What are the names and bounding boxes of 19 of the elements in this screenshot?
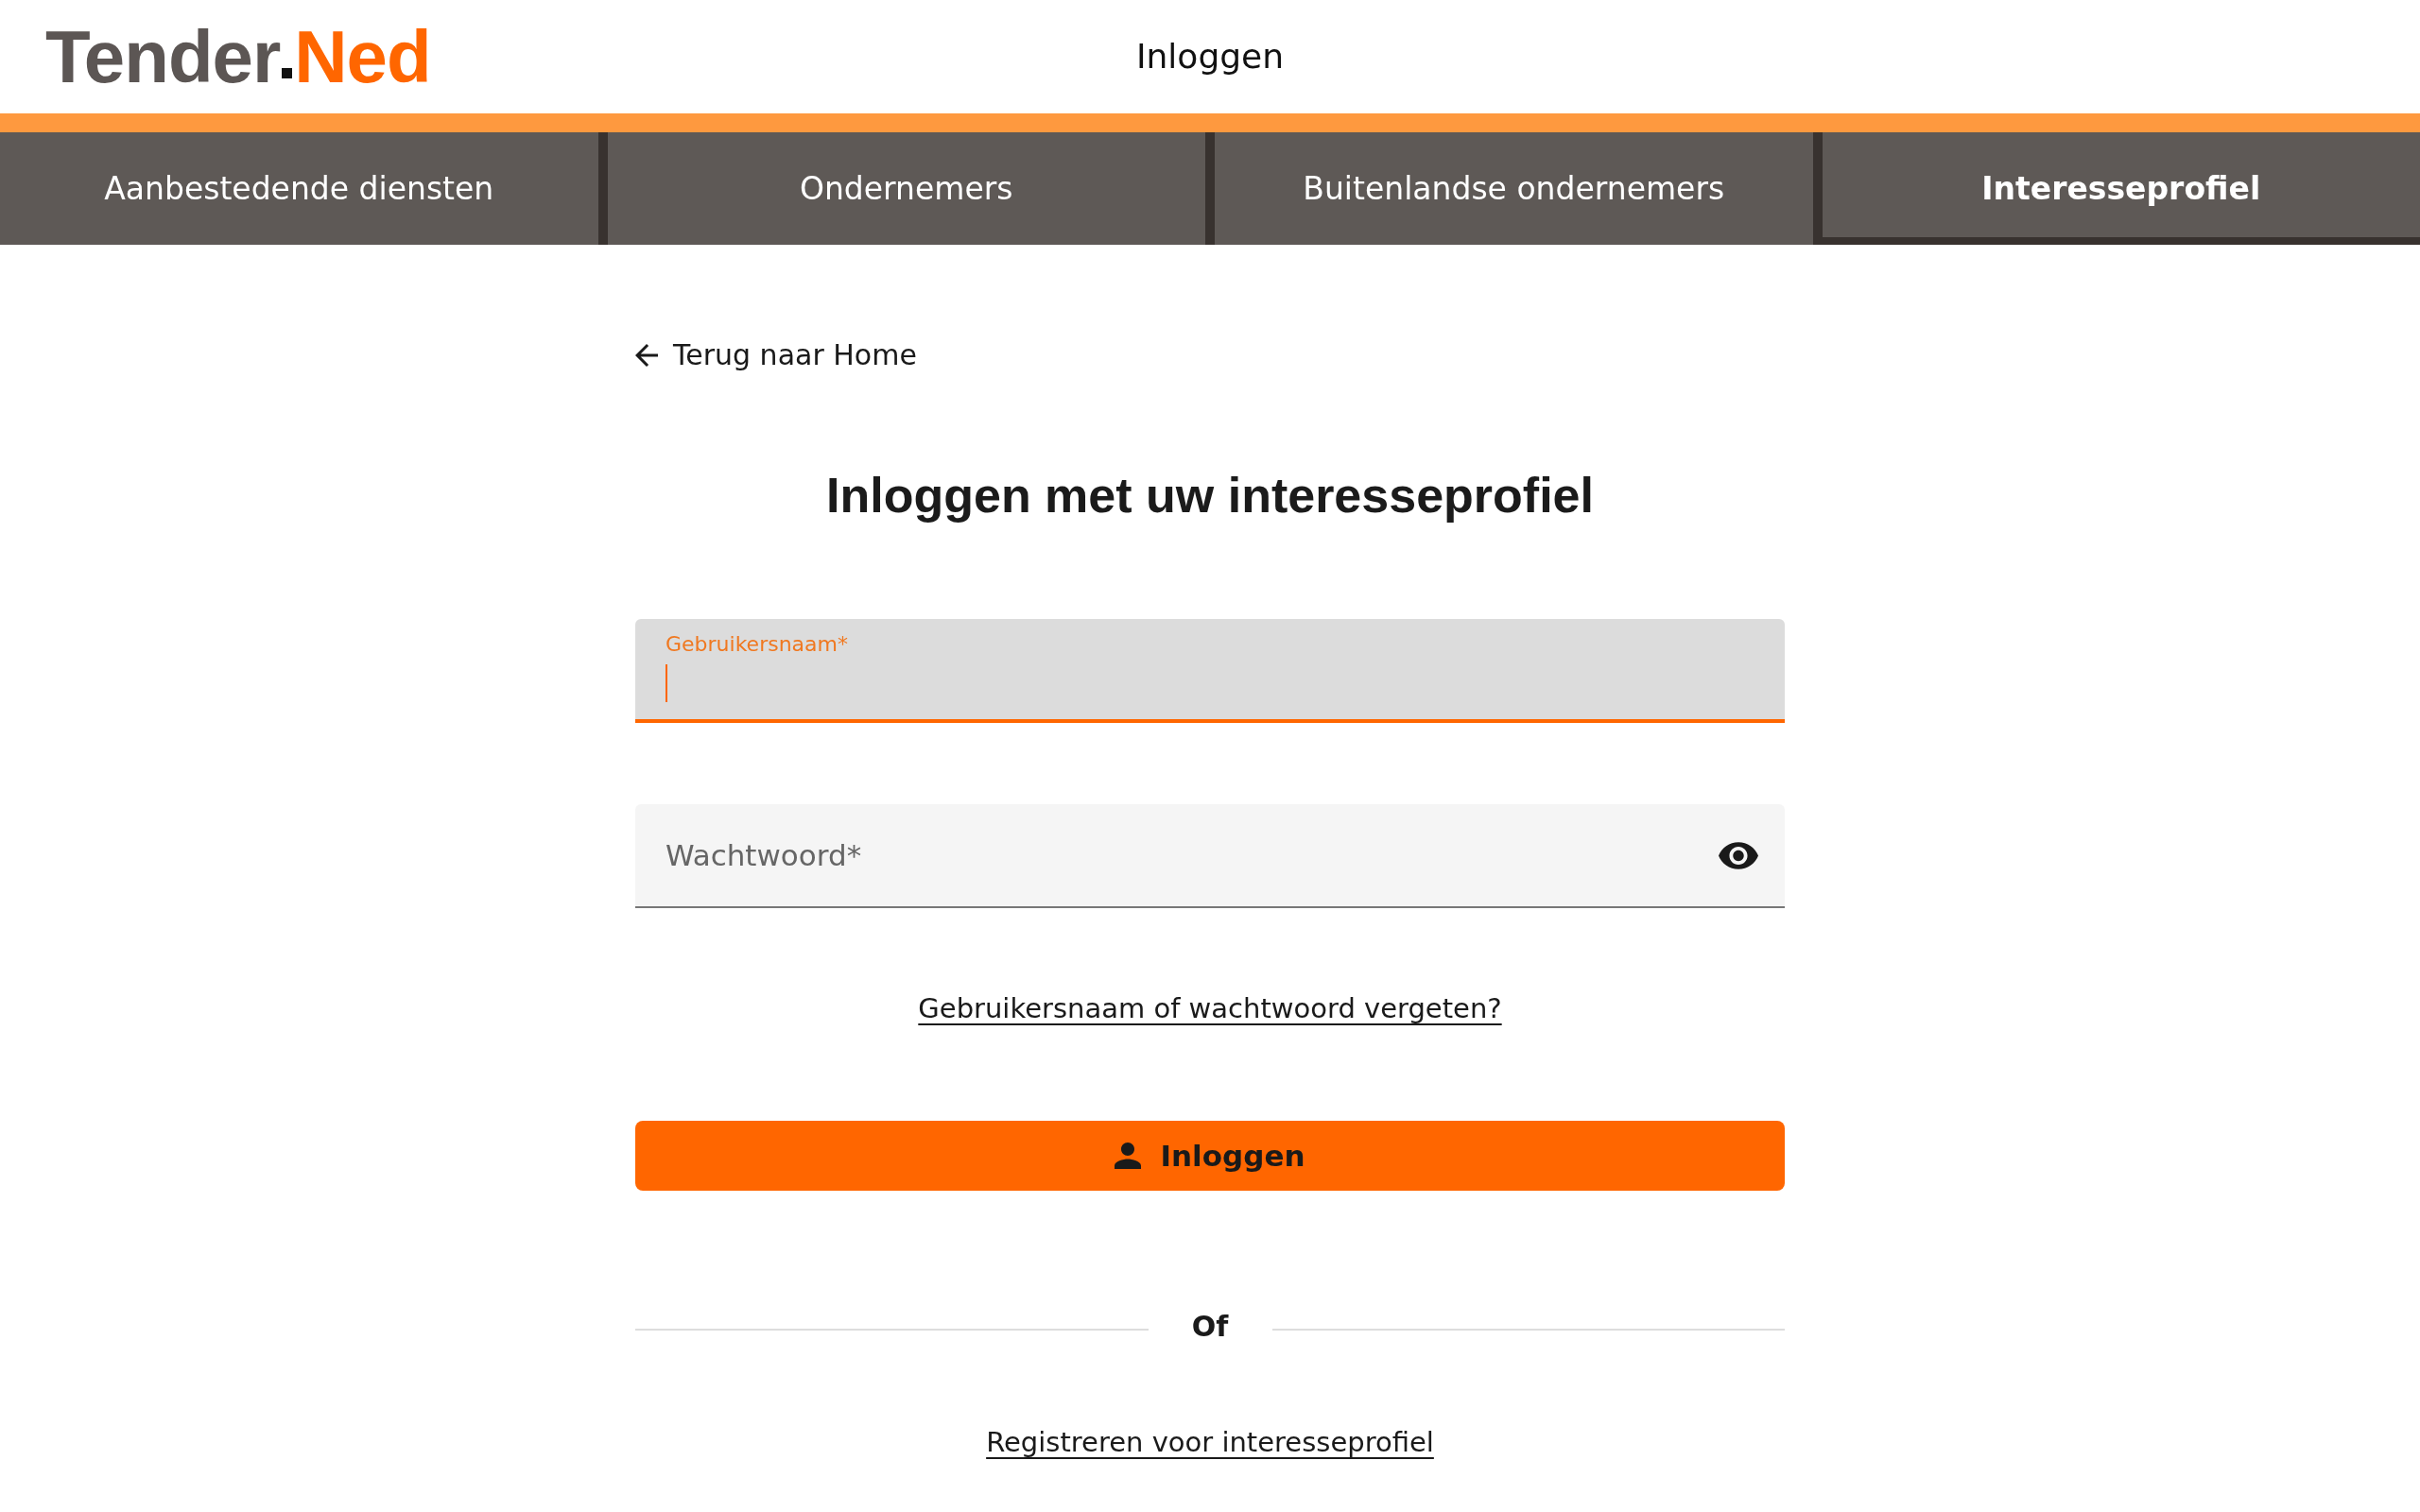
arrow-left-icon xyxy=(635,344,658,367)
field-label: Wachtwoord* xyxy=(666,837,862,874)
nav-tab[interactable]: Buitenlandse ondernemers xyxy=(1205,132,1813,245)
password-field[interactable]: Wachtwoord* xyxy=(635,804,1785,908)
user-icon xyxy=(1115,1143,1142,1169)
field-label: Gebruikersnaam* xyxy=(666,631,848,658)
text-cursor-icon xyxy=(666,664,667,702)
logo[interactable]: Tender Ned xyxy=(45,19,431,94)
register-link[interactable]: Registreren voor interesseprofiel xyxy=(986,1423,1434,1461)
eye-icon[interactable] xyxy=(1719,841,1758,869)
nav-tab[interactable]: Interesseprofiel xyxy=(1812,132,2420,245)
nav-tab[interactable]: Ondernemers xyxy=(597,132,1205,245)
page-title: Inloggen xyxy=(1135,36,1285,77)
page-heading: Inloggen met uw interesseprofiel xyxy=(826,467,1594,524)
forgot-credentials-link[interactable]: Gebruikersnaam of wachtwoord vergeten? xyxy=(918,989,1502,1027)
separator-label: Of xyxy=(1190,1309,1230,1345)
nav-tab[interactable]: Aanbestedende diensten xyxy=(0,132,598,245)
back-link[interactable]: Terug naar Home xyxy=(635,336,917,374)
login-button[interactable]: Inloggen xyxy=(635,1121,1785,1191)
